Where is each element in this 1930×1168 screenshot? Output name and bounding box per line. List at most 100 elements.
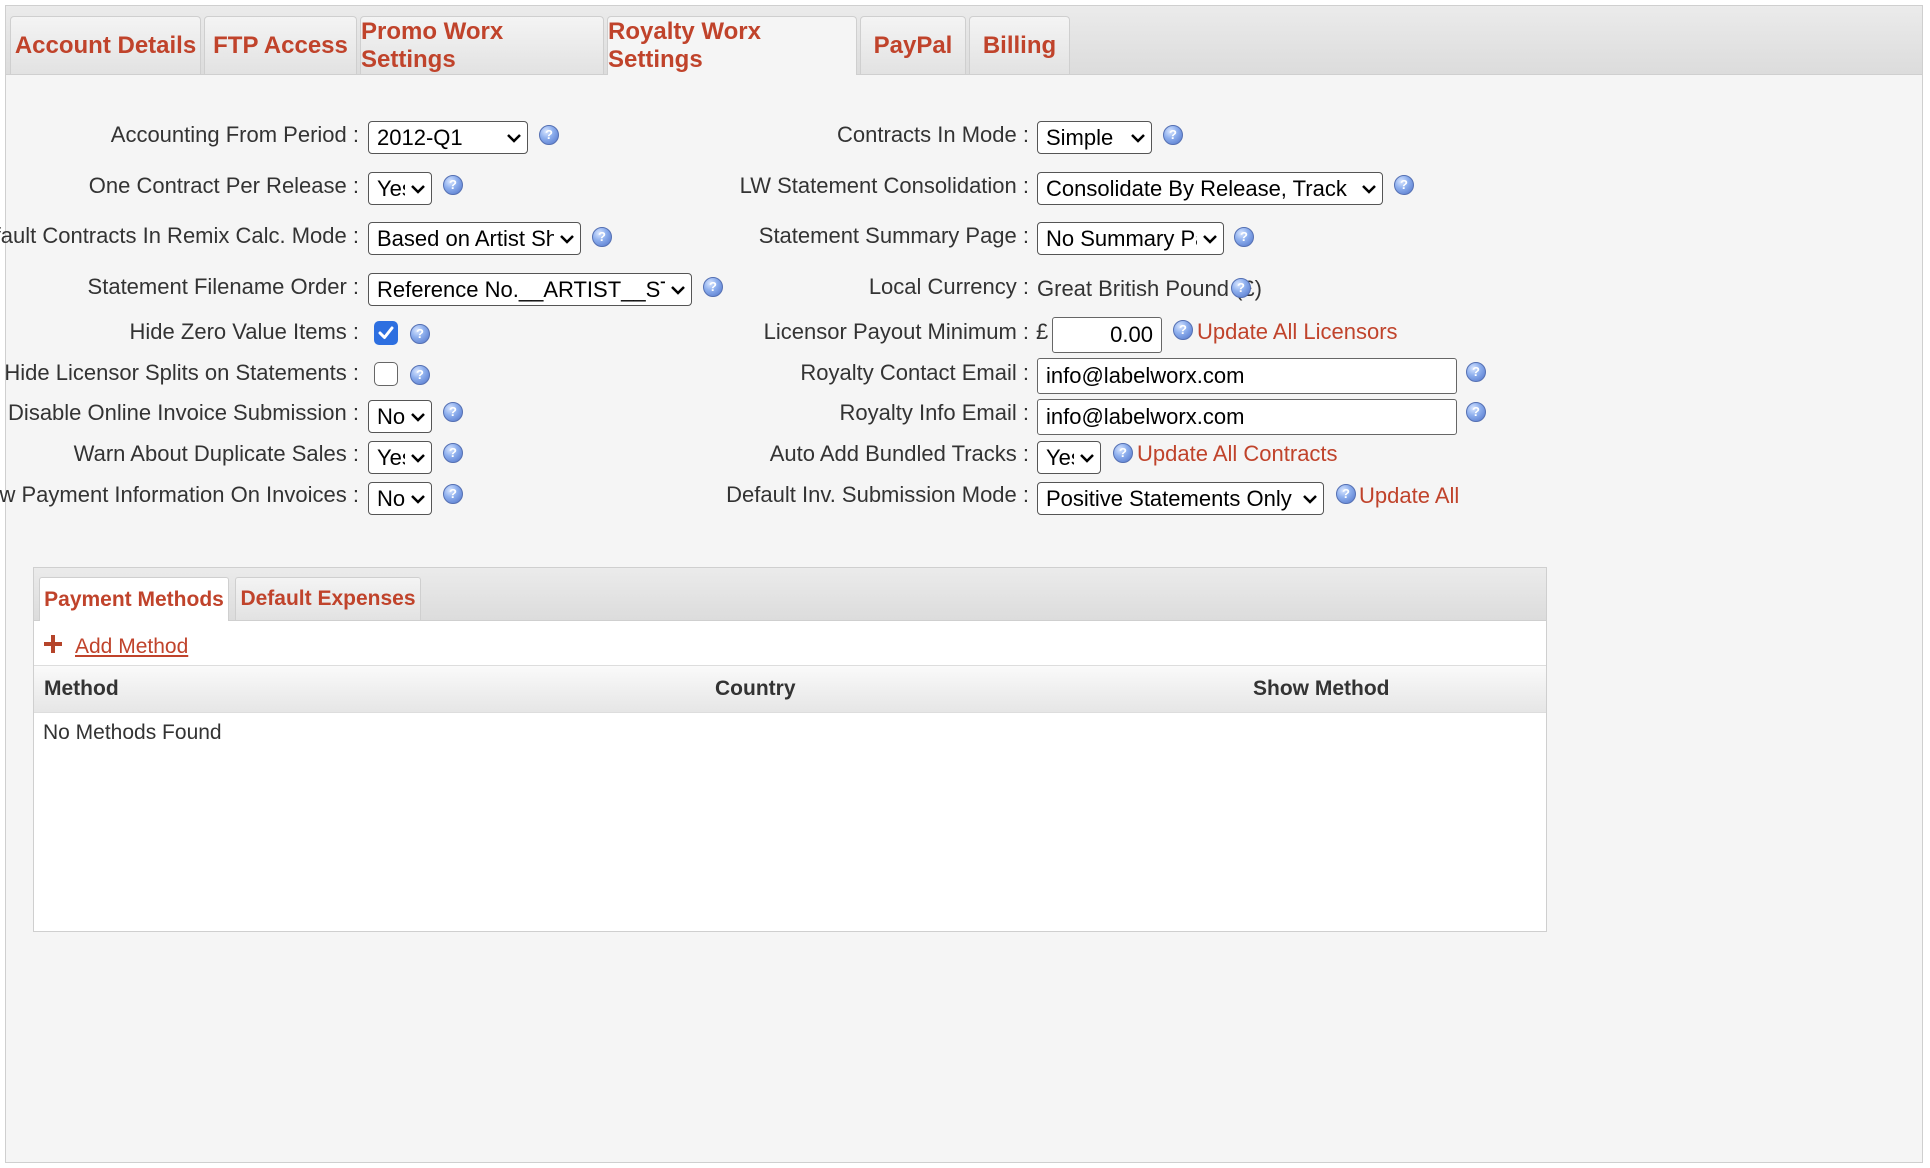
tab-royalty-worx-settings[interactable]: Royalty Worx Settings: [607, 16, 857, 75]
tab-label: Account Details: [14, 31, 197, 59]
licensor-payout-minimum-input[interactable]: 0.00: [1052, 317, 1162, 353]
hide-zero-value-items-checkbox[interactable]: [374, 321, 398, 345]
help-icon[interactable]: ?: [539, 125, 559, 145]
help-icon[interactable]: ?: [443, 175, 463, 195]
statement-summary-page-select[interactable]: No Summary Page: [1037, 222, 1224, 255]
tab-promo-worx-settings[interactable]: Promo Worx Settings: [360, 16, 604, 74]
help-icon[interactable]: ?: [703, 277, 723, 297]
chevron-down-icon: [1356, 184, 1382, 194]
tab-label: Default Expenses: [240, 587, 416, 610]
local-currency-label: Local Currency :: [868, 274, 1029, 299]
tab-label: Promo Worx Settings: [361, 17, 504, 73]
disable-online-invoice-label: Disable Online Invoice Submission :: [8, 400, 359, 425]
chevron-down-icon: [405, 453, 431, 463]
help-icon[interactable]: ?: [1231, 278, 1251, 298]
chevron-down-icon: [554, 234, 580, 244]
sub-tab-bar: Payment Methods Default Expenses: [34, 568, 1546, 621]
main-tab-bar: Account Details FTP Access Promo Worx Se…: [6, 6, 1922, 75]
tab-ftp-access[interactable]: FTP Access: [204, 16, 357, 74]
input-value: info@labelworx.com: [1046, 404, 1245, 429]
select-value: No: [377, 485, 405, 511]
select-value: Reference No.__ARTIST__STATEM: [377, 276, 665, 302]
help-icon[interactable]: ?: [1173, 320, 1193, 340]
one-contract-per-release-label: One Contract Per Release :: [88, 173, 359, 198]
statement-filename-order-select[interactable]: Reference No.__ARTIST__STATEM: [368, 273, 692, 306]
chevron-down-icon: [1074, 453, 1100, 463]
column-header-country[interactable]: Country: [715, 666, 796, 712]
chevron-down-icon: [501, 133, 527, 143]
warn-duplicate-sales-label: Warn About Duplicate Sales :: [73, 441, 359, 466]
help-icon[interactable]: ?: [443, 402, 463, 422]
help-icon[interactable]: ?: [1394, 175, 1414, 195]
statement-summary-page-label: Statement Summary Page :: [758, 223, 1029, 248]
help-icon[interactable]: ?: [443, 443, 463, 463]
licensor-payout-minimum-label: Licensor Payout Minimum :: [763, 319, 1029, 344]
help-icon[interactable]: ?: [443, 484, 463, 504]
help-icon[interactable]: ?: [1336, 484, 1356, 504]
tab-label: FTP Access: [213, 31, 348, 59]
add-method-row: Add Method: [43, 628, 188, 660]
disable-online-invoice-select[interactable]: No: [368, 400, 432, 433]
update-all-link[interactable]: Update All: [1359, 478, 1459, 514]
royalty-info-email-input[interactable]: info@labelworx.com: [1037, 399, 1457, 435]
chevron-down-icon: [665, 285, 691, 295]
contracts-in-mode-select[interactable]: Simple: [1037, 121, 1152, 154]
select-value: Simple: [1046, 124, 1114, 150]
currency-symbol: £: [1036, 319, 1049, 344]
add-method-link[interactable]: Add Method: [75, 635, 188, 659]
select-value: 2012-Q1: [377, 124, 463, 150]
update-all-contracts-link[interactable]: Update All Contracts: [1137, 436, 1338, 472]
royalty-contact-email-input[interactable]: info@labelworx.com: [1037, 358, 1457, 394]
help-icon[interactable]: ?: [1113, 443, 1133, 463]
lw-statement-consolidation-select[interactable]: Consolidate By Release, Track: [1037, 172, 1383, 205]
tab-label: Billing: [982, 31, 1057, 59]
help-icon[interactable]: ?: [1234, 227, 1254, 247]
accounting-from-period-label: Accounting From Period :: [110, 122, 359, 147]
tab-billing[interactable]: Billing: [969, 16, 1070, 74]
input-value: 0.00: [1110, 322, 1153, 347]
help-icon[interactable]: ?: [1163, 125, 1183, 145]
royalty-info-email-label: Royalty Info Email :: [839, 400, 1029, 425]
default-inv-submission-mode-select[interactable]: Positive Statements Only: [1037, 482, 1324, 515]
column-header-method[interactable]: Method: [44, 666, 119, 712]
select-value: Positive Statements Only: [1046, 485, 1292, 511]
chevron-down-icon: [405, 184, 431, 194]
show-payment-info-select[interactable]: No: [368, 482, 432, 515]
select-value: No Summary Page: [1046, 225, 1197, 251]
help-icon[interactable]: ?: [1466, 402, 1486, 422]
warn-duplicate-sales-select[interactable]: Yes: [368, 441, 432, 474]
tab-account-details[interactable]: Account Details: [10, 16, 201, 74]
help-icon[interactable]: ?: [1466, 362, 1486, 382]
tab-paypal[interactable]: PayPal: [860, 16, 966, 74]
select-value: Consolidate By Release, Track: [1046, 175, 1347, 201]
contracts-in-mode-label: Contracts In Mode :: [837, 122, 1029, 147]
select-value: Based on Artist Share: [377, 225, 554, 251]
lw-statement-consolidation-label: LW Statement Consolidation :: [739, 173, 1029, 198]
payment-methods-panel: Payment Methods Default Expenses Add Met…: [33, 567, 1547, 932]
royalty-contact-email-label: Royalty Contact Email :: [800, 360, 1029, 385]
tab-label: PayPal: [873, 31, 953, 59]
auto-add-bundled-tracks-select[interactable]: Yes: [1037, 441, 1101, 474]
empty-table-message: No Methods Found: [43, 721, 222, 744]
hide-licensor-splits-checkbox[interactable]: [374, 362, 398, 386]
select-value: Yes: [1046, 444, 1074, 470]
one-contract-per-release-select[interactable]: Yes: [368, 172, 432, 205]
default-contracts-remix-select[interactable]: Based on Artist Share: [368, 222, 581, 255]
hide-licensor-splits-label: Hide Licensor Splits on Statements :: [4, 360, 359, 385]
help-icon[interactable]: ?: [592, 227, 612, 247]
tab-payment-methods[interactable]: Payment Methods: [39, 577, 229, 621]
help-icon[interactable]: ?: [410, 365, 430, 385]
tab-default-expenses[interactable]: Default Expenses: [235, 577, 421, 620]
statement-filename-order-label: Statement Filename Order :: [87, 274, 359, 299]
update-all-licensors-link[interactable]: Update All Licensors: [1197, 314, 1398, 350]
default-inv-submission-mode-label: Default Inv. Submission Mode :: [726, 482, 1029, 507]
column-header-show-method[interactable]: Show Method: [1253, 666, 1389, 712]
chevron-down-icon: [1297, 494, 1323, 504]
plus-icon: [43, 634, 63, 654]
chevron-down-icon: [1197, 234, 1223, 244]
input-value: info@labelworx.com: [1046, 363, 1245, 388]
accounting-from-period-select[interactable]: 2012-Q1: [368, 121, 528, 154]
default-contracts-remix-label: Default Contracts In Remix Calc. Mode :: [0, 223, 359, 248]
help-icon[interactable]: ?: [410, 324, 430, 344]
tab-label: Royalty Worx Settings: [608, 18, 761, 73]
